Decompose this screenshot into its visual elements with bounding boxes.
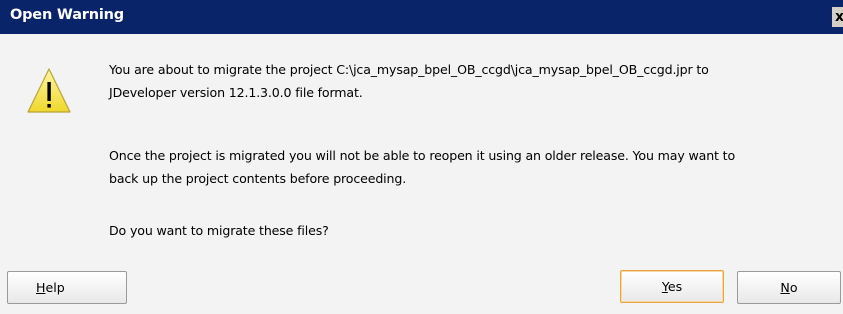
- no-label-rest: o: [789, 280, 798, 295]
- no-mnemonic: N: [780, 280, 790, 295]
- help-label-rest: elp: [45, 280, 65, 295]
- help-button[interactable]: Help: [7, 271, 127, 304]
- message-line-1: You are about to migrate the project C:\…: [109, 62, 709, 77]
- dialog-title: Open Warning: [10, 7, 124, 23]
- message-paragraph-1: You are about to migrate the project C:\…: [109, 58, 829, 104]
- yes-label-rest: es: [667, 279, 683, 294]
- message-line-4: back up the project contents before proc…: [109, 171, 407, 186]
- message-paragraph-2: Once the project is migrated you will no…: [109, 144, 829, 190]
- close-button[interactable]: x: [832, 7, 843, 27]
- question-text: Do you want to migrate these files?: [109, 223, 329, 238]
- title-bar[interactable]: Open Warning x: [0, 0, 843, 34]
- message-line-2: JDeveloper version 12.1.3.0.0 file forma…: [109, 85, 363, 100]
- yes-button[interactable]: Yes: [620, 270, 724, 303]
- message-line-3: Once the project is migrated you will no…: [109, 148, 736, 163]
- warning-triangle-icon: [27, 68, 71, 113]
- no-button[interactable]: No: [737, 271, 841, 304]
- open-warning-dialog: Open Warning x You are about to migrate …: [0, 0, 843, 314]
